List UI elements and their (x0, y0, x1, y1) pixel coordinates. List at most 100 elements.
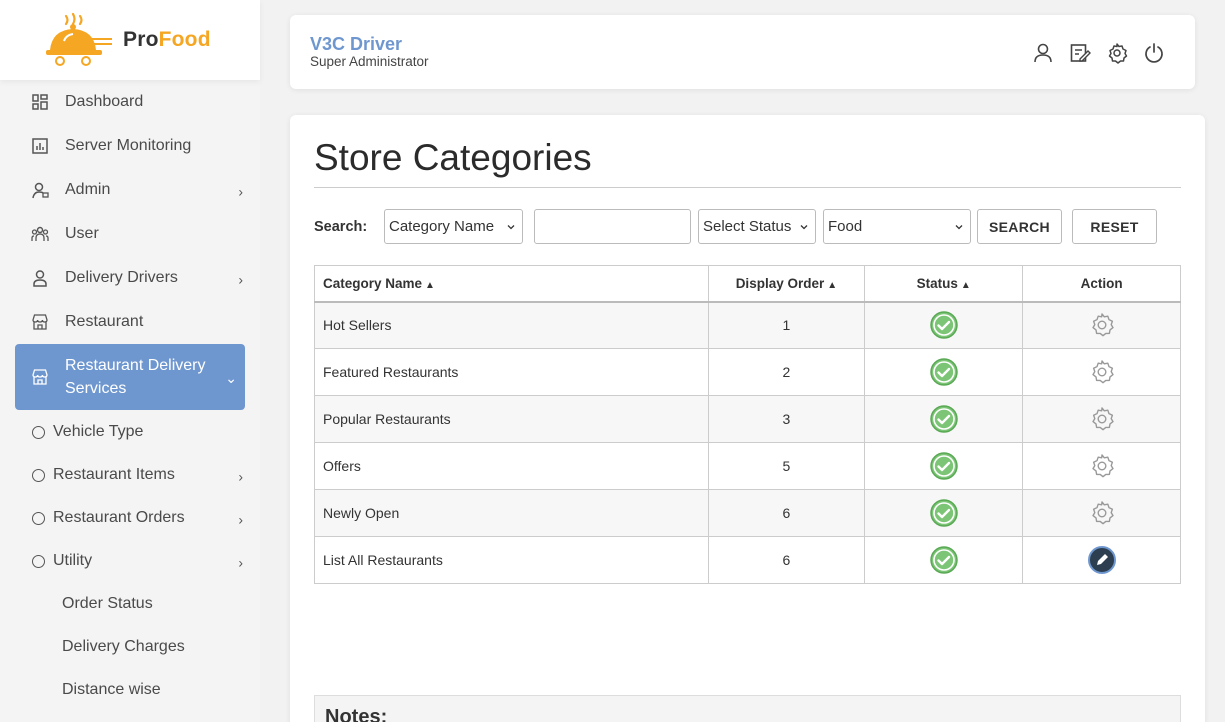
settings-gear-icon[interactable] (1089, 359, 1115, 385)
action-cell (1022, 536, 1181, 584)
column-header-status[interactable]: Status ▲︎ (864, 265, 1024, 303)
reset-button[interactable]: RESET (1072, 209, 1157, 244)
action-cell (1022, 489, 1181, 537)
display-order-cell: 5 (707, 442, 866, 490)
status-select[interactable]: Select Status (698, 209, 816, 244)
status-cell (864, 489, 1024, 537)
settings-icon[interactable] (1106, 42, 1128, 64)
chevron-right-icon: › (238, 271, 243, 288)
store-icon (32, 369, 48, 385)
status-cell (864, 395, 1024, 443)
main-content: Store Categories Search: Category Name S… (290, 115, 1205, 722)
chevron-right-icon: › (238, 554, 243, 571)
sidebar-item-restaurant-delivery-services[interactable]: Restaurant Delivery Services ⌄ (15, 344, 245, 410)
action-cell (1022, 301, 1181, 349)
settings-gear-icon[interactable] (1089, 406, 1115, 432)
chevron-down-icon (800, 224, 808, 229)
sidebar: ProFood Dashboard Server Monitoring Admi… (0, 0, 260, 722)
category-name-cell: Hot Sellers (314, 301, 709, 349)
circle-icon (32, 511, 45, 525)
sidebar-item-server-monitoring[interactable]: Server Monitoring (15, 126, 245, 166)
edit-icon[interactable] (1087, 545, 1117, 575)
divider (314, 187, 1181, 188)
chevron-down-icon (955, 224, 963, 229)
table-row: Hot Sellers 1 (314, 301, 1181, 349)
action-cell (1022, 395, 1181, 443)
sidebar-item-restaurant[interactable]: Restaurant (15, 302, 245, 342)
active-status-icon[interactable] (929, 404, 959, 434)
table-row: Popular Restaurants 3 (314, 395, 1181, 443)
search-button[interactable]: SEARCH (977, 209, 1062, 244)
search-label: Search: (314, 219, 368, 235)
column-header-category-name[interactable]: Category Name ▲︎ (314, 265, 709, 303)
sidebar-item-delivery-drivers[interactable]: Delivery Drivers › (15, 258, 245, 298)
settings-gear-icon[interactable] (1089, 453, 1115, 479)
status-cell (864, 442, 1024, 490)
logo-icon (46, 12, 112, 66)
sidebar-subitem-utility[interactable]: Utility › (15, 543, 245, 579)
search-field-select[interactable]: Category Name (384, 209, 523, 244)
dashboard-icon (32, 94, 48, 110)
column-header-display-order[interactable]: Display Order ▲︎ (707, 265, 866, 303)
edit-note-icon[interactable] (1069, 42, 1091, 64)
search-input[interactable] (534, 209, 691, 244)
status-cell (864, 348, 1024, 396)
action-cell (1022, 442, 1181, 490)
settings-gear-icon[interactable] (1089, 312, 1115, 338)
active-status-icon[interactable] (929, 545, 959, 575)
admin-icon (32, 182, 49, 199)
sidebar-link-order-status[interactable]: Order Status (62, 595, 153, 613)
settings-gear-icon[interactable] (1089, 500, 1115, 526)
display-order-cell: 3 (707, 395, 866, 443)
active-status-icon[interactable] (929, 310, 959, 340)
sort-icon: ▲︎ (960, 279, 971, 291)
service-type-select[interactable]: Food (823, 209, 971, 244)
brand-name: ProFood (123, 28, 211, 51)
table-row: Newly Open 6 (314, 489, 1181, 537)
display-order-cell: 1 (707, 301, 866, 349)
circle-icon (32, 554, 45, 568)
chevron-down-icon: ⌄ (225, 370, 237, 387)
chart-icon (32, 138, 48, 154)
sidebar-link-delivery-charges[interactable]: Delivery Charges (62, 638, 185, 656)
profile-icon[interactable] (1032, 42, 1054, 64)
sidebar-subitem-restaurant-items[interactable]: Restaurant Items › (15, 457, 245, 493)
circle-icon (32, 468, 45, 482)
power-icon[interactable] (1143, 42, 1165, 64)
chevron-down-icon (507, 224, 515, 229)
sort-icon: ▲︎ (425, 279, 435, 291)
chevron-right-icon: › (238, 511, 243, 528)
logo[interactable]: ProFood (0, 0, 260, 80)
chevron-right-icon: › (238, 468, 243, 485)
store-icon (32, 314, 48, 330)
chevron-right-icon: › (238, 183, 243, 200)
sort-icon: ▲︎ (827, 279, 838, 291)
notes-title: Notes: (325, 706, 388, 722)
sidebar-item-admin[interactable]: Admin › (15, 170, 245, 210)
user-name: V3C Driver (310, 34, 403, 54)
display-order-cell: 6 (707, 489, 866, 537)
category-name-cell: List All Restaurants (314, 536, 709, 584)
page-title: Store Categories (314, 137, 592, 178)
sidebar-subitem-vehicle-type[interactable]: Vehicle Type (15, 414, 245, 450)
table-header-row: Category Name ▲︎ Display Order ▲︎ Status ▲︎… (314, 265, 1181, 303)
sidebar-item-dashboard[interactable]: Dashboard (15, 82, 245, 122)
category-name-cell: Offers (314, 442, 709, 490)
notes-panel: Notes: (314, 695, 1181, 722)
sidebar-link-distance-wise[interactable]: Distance wise (62, 681, 161, 699)
sidebar-item-user[interactable]: User (15, 214, 245, 254)
table-row: Offers 5 (314, 442, 1181, 490)
circle-icon (32, 425, 45, 439)
category-name-cell: Featured Restaurants (314, 348, 709, 396)
driver-icon (33, 270, 47, 287)
status-cell (864, 301, 1024, 349)
active-status-icon[interactable] (929, 357, 959, 387)
table-row: List All Restaurants 6 (314, 536, 1181, 584)
display-order-cell: 2 (707, 348, 866, 396)
status-cell (864, 536, 1024, 584)
category-name-cell: Popular Restaurants (314, 395, 709, 443)
column-header-action: Action (1022, 265, 1181, 303)
active-status-icon[interactable] (929, 451, 959, 481)
active-status-icon[interactable] (929, 498, 959, 528)
sidebar-subitem-restaurant-orders[interactable]: Restaurant Orders › (15, 500, 245, 536)
